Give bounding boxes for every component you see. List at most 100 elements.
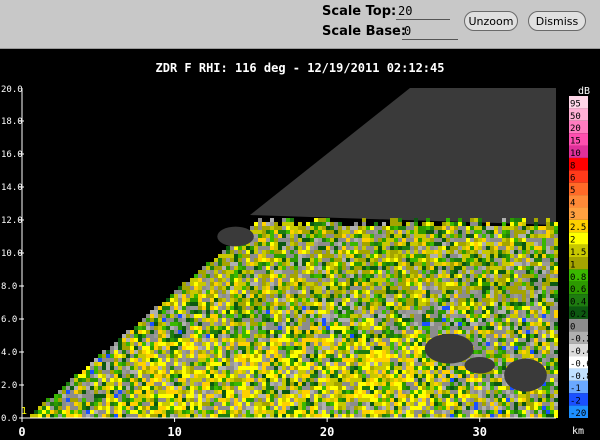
echo-cell: [510, 262, 514, 266]
echo-cell: [306, 338, 310, 342]
echo-cell: [474, 306, 478, 310]
echo-cell: [470, 226, 474, 230]
echo-cell: [326, 338, 330, 342]
echo-cell: [386, 354, 390, 358]
unzoom-button[interactable]: Unzoom: [464, 11, 518, 31]
echo-cell: [242, 322, 246, 326]
echo-cell: [482, 322, 486, 326]
echo-cell: [146, 314, 150, 318]
echo-cell: [530, 298, 534, 302]
echo-cell: [486, 270, 490, 274]
echo-cell: [442, 330, 446, 334]
echo-cell: [490, 226, 494, 230]
echo-cell: [538, 338, 542, 342]
echo-cell: [378, 286, 382, 290]
echo-cell: [398, 414, 402, 418]
echo-cell: [194, 374, 198, 378]
echo-cell: [130, 394, 134, 398]
dismiss-button[interactable]: Dismiss: [528, 11, 586, 31]
echo-cell: [310, 242, 314, 246]
echo-cell: [506, 354, 510, 358]
scale-base-input[interactable]: [402, 23, 458, 40]
echo-cell: [282, 278, 286, 282]
echo-cell: [206, 394, 210, 398]
echo-cell: [218, 358, 222, 362]
echo-cell: [382, 254, 386, 258]
echo-cell: [294, 270, 298, 274]
echo-cell: [234, 306, 238, 310]
echo-cell: [522, 294, 526, 298]
echo-cell: [346, 402, 350, 406]
echo-cell: [494, 314, 498, 318]
echo-cell: [142, 402, 146, 406]
echo-cell: [270, 382, 274, 386]
echo-cell: [262, 334, 266, 338]
echo-cell: [390, 238, 394, 242]
echo-cell: [390, 314, 394, 318]
echo-cell: [262, 354, 266, 358]
echo-cell: [430, 394, 434, 398]
echo-cell: [242, 278, 246, 282]
echo-cell: [230, 294, 234, 298]
echo-cell: [190, 330, 194, 334]
echo-cell: [270, 258, 274, 262]
echo-cell: [462, 282, 466, 286]
echo-cell: [262, 414, 266, 418]
echo-cell: [414, 222, 418, 226]
echo-cell: [422, 246, 426, 250]
echo-cell: [478, 282, 482, 286]
echo-cell: [306, 230, 310, 234]
echo-cell: [390, 218, 394, 222]
echo-cell: [394, 322, 398, 326]
echo-cell: [258, 234, 262, 238]
echo-cell: [458, 262, 462, 266]
scale-top-input[interactable]: [396, 3, 450, 20]
echo-cell: [298, 310, 302, 314]
echo-cell: [338, 374, 342, 378]
echo-cell: [238, 298, 242, 302]
echo-cell: [438, 394, 442, 398]
echo-cell: [338, 406, 342, 410]
echo-cell: [70, 414, 74, 418]
rhi-plot[interactable]: 0 10 20 30 km0.02.04.06.08.010.012.014.016.0…: [0, 84, 600, 440]
echo-cell: [398, 386, 402, 390]
echo-cell: [390, 342, 394, 346]
echo-cell: [422, 282, 426, 286]
echo-cell: [458, 270, 462, 274]
echo-cell: [318, 266, 322, 270]
echo-cell: [354, 330, 358, 334]
echo-cell: [214, 306, 218, 310]
echo-cell: [338, 410, 342, 414]
echo-cell: [542, 286, 546, 290]
echo-cell: [242, 266, 246, 270]
echo-cell: [194, 370, 198, 374]
echo-cell: [314, 362, 318, 366]
echo-cell: [506, 278, 510, 282]
echo-cell: [258, 322, 262, 326]
echo-cell: [374, 238, 378, 242]
echo-cell: [418, 238, 422, 242]
echo-cell: [146, 318, 150, 322]
echo-cell: [146, 406, 150, 410]
echo-cell: [154, 314, 158, 318]
echo-cell: [206, 350, 210, 354]
echo-cell: [482, 266, 486, 270]
echo-cell: [330, 406, 334, 410]
echo-cell: [146, 382, 150, 386]
echo-cell: [246, 346, 250, 350]
echo-cell: [342, 294, 346, 298]
echo-cell: [298, 226, 302, 230]
echo-cell: [266, 330, 270, 334]
echo-cell: [250, 386, 254, 390]
echo-cell: [334, 322, 338, 326]
echo-cell: [434, 330, 438, 334]
echo-cell: [462, 394, 466, 398]
echo-cell: [266, 262, 270, 266]
echo-cell: [518, 270, 522, 274]
echo-cell: [250, 302, 254, 306]
echo-cell: [398, 262, 402, 266]
echo-cell: [522, 318, 526, 322]
echo-cell: [386, 310, 390, 314]
echo-cell: [254, 382, 258, 386]
echo-cell: [114, 394, 118, 398]
